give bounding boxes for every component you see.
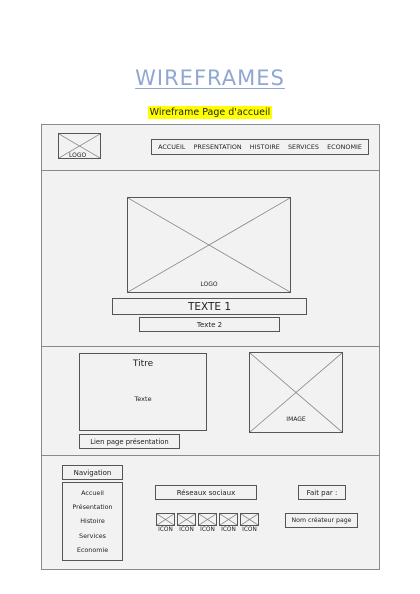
divider-content [41, 455, 380, 456]
card-title: Titre [132, 359, 154, 369]
social-icons-row: ICON ICON ICON ICON ICON [156, 513, 259, 533]
presentation-link-button[interactable]: Lien page présentation [79, 434, 180, 449]
page-title: WIREFRAMES [135, 66, 285, 90]
creator-name: Nom créateur page [285, 513, 358, 528]
header-logo-label: LOGO [69, 152, 87, 159]
social-icon-label: ICON [158, 527, 173, 533]
social-networks-title: Réseaux sociaux [155, 485, 257, 500]
footer-nav-services[interactable]: Services [79, 532, 106, 540]
top-navigation: ACCUEIL PRESENTATION HISTOIRE SERVICES E… [151, 139, 369, 155]
footer-navigation-list: Accueil Présentation Histoire Services E… [62, 482, 123, 561]
hero-image-label: LOGO [200, 281, 218, 288]
nav-item-presentation[interactable]: PRESENTATION [194, 143, 242, 151]
social-icon-label: ICON [200, 527, 215, 533]
nav-item-histoire[interactable]: HISTOIRE [250, 143, 280, 151]
card-text: Texte [134, 395, 152, 403]
social-icon-4[interactable]: ICON [219, 513, 238, 533]
social-icon-2[interactable]: ICON [177, 513, 196, 533]
hero-image-placeholder: LOGO [127, 197, 291, 293]
social-icon-label: ICON [179, 527, 194, 533]
hero-text-2: Texte 2 [139, 317, 280, 332]
content-image-label: IMAGE [286, 416, 306, 423]
page-subtitle: Wireframe Page d'accueil [147, 106, 273, 119]
hero-text-1: TEXTE 1 [112, 298, 307, 315]
nav-item-services[interactable]: SERVICES [288, 143, 319, 151]
footer-nav-presentation[interactable]: Présentation [72, 503, 112, 511]
footer-navigation-title: Navigation [62, 465, 123, 480]
header-logo-placeholder[interactable]: LOGO [58, 133, 101, 159]
nav-item-economie[interactable]: ECONOMIE [327, 143, 362, 151]
content-image-placeholder: IMAGE [249, 352, 343, 433]
footer-nav-accueil[interactable]: Accueil [81, 489, 104, 497]
made-by-label: Fait par : [298, 485, 346, 500]
footer-nav-histoire[interactable]: Histoire [80, 517, 105, 525]
divider-header [41, 170, 380, 171]
divider-hero [41, 346, 380, 347]
social-icon-1[interactable]: ICON [156, 513, 175, 533]
social-icon-label: ICON [221, 527, 236, 533]
nav-item-accueil[interactable]: ACCUEIL [158, 143, 185, 151]
social-icon-label: ICON [242, 527, 257, 533]
social-icon-5[interactable]: ICON [240, 513, 259, 533]
social-icon-3[interactable]: ICON [198, 513, 217, 533]
footer-nav-economie[interactable]: Economie [77, 546, 108, 554]
content-card: Titre Texte [79, 353, 207, 431]
